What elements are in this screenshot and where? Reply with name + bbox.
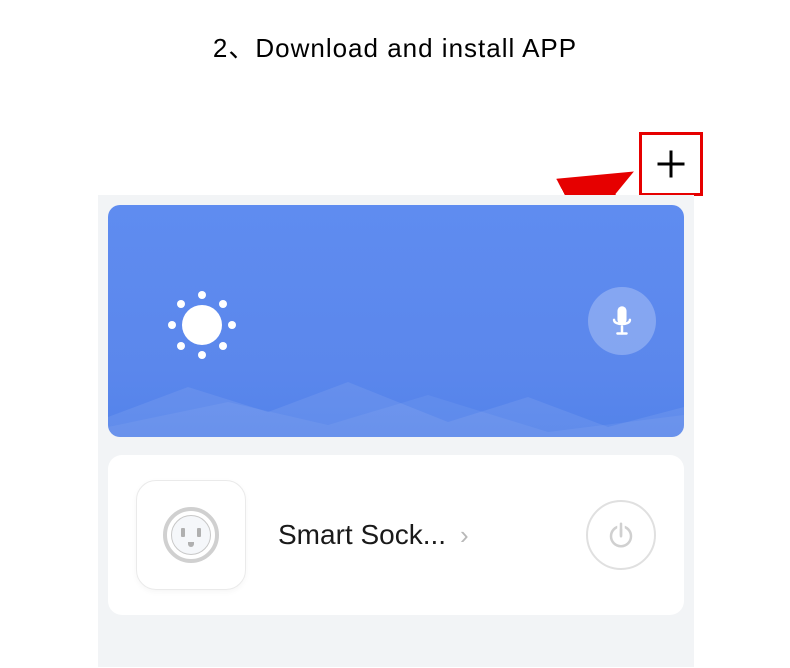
microphone-icon <box>608 304 636 338</box>
device-list-item[interactable]: Smart Sock... › <box>108 455 684 615</box>
mountain-decoration <box>108 377 684 437</box>
device-name-text: Smart Sock... <box>278 519 446 551</box>
device-icon-container <box>136 480 246 590</box>
sun-weather-icon <box>160 283 244 367</box>
add-button-highlight <box>639 132 703 196</box>
app-screenshot: Smart Sock... › <box>98 195 694 667</box>
weather-header-card <box>108 205 684 437</box>
plus-icon <box>653 146 689 182</box>
smart-socket-icon <box>163 507 219 563</box>
chevron-right-icon: › <box>460 520 469 551</box>
instruction-title: 2、Download and install APP <box>0 0 790 65</box>
power-icon <box>606 520 636 550</box>
device-name-row: Smart Sock... › <box>278 519 586 551</box>
voice-button[interactable] <box>588 287 656 355</box>
power-toggle-button[interactable] <box>586 500 656 570</box>
